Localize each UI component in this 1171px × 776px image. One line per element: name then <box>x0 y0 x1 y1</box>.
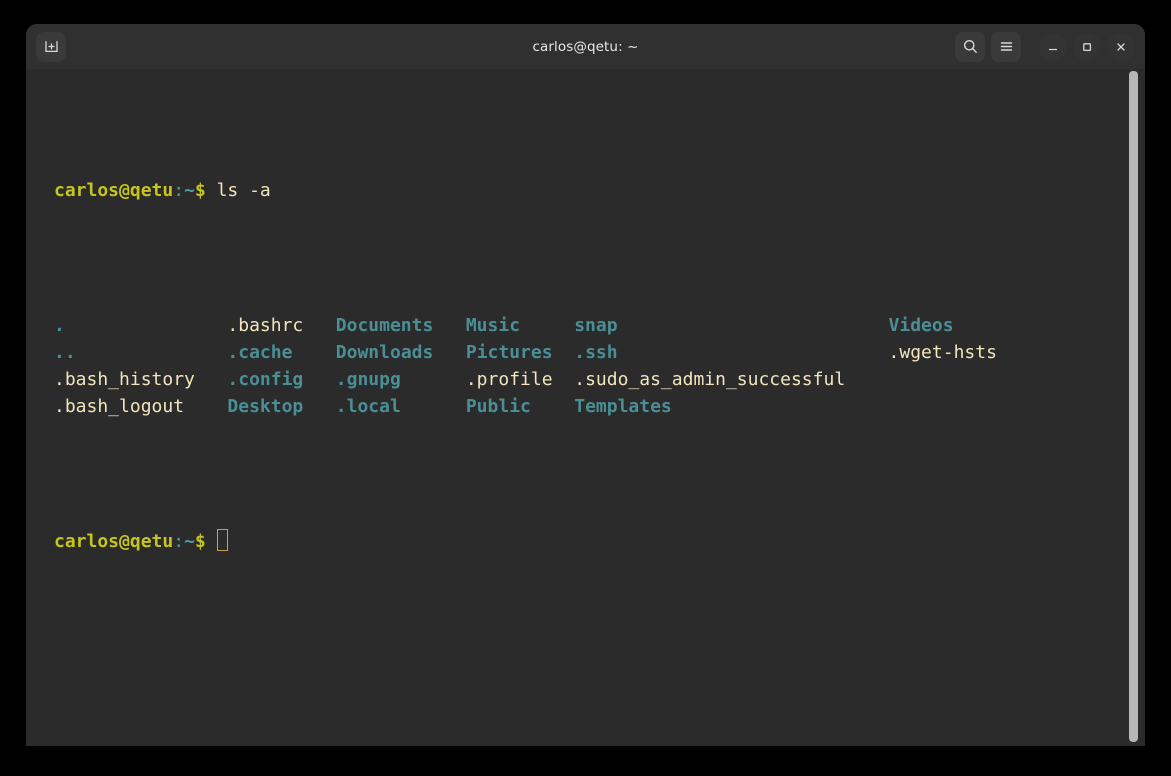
prompt-colon: : <box>173 531 185 552</box>
menu-button[interactable] <box>991 31 1021 62</box>
search-button[interactable] <box>955 31 985 62</box>
new-tab-button[interactable] <box>36 31 66 62</box>
column-spacer <box>292 342 335 363</box>
directory-entry: .ssh <box>574 342 618 363</box>
directory-entry: .local <box>335 396 401 417</box>
close-button[interactable] <box>1107 32 1135 61</box>
column-spacer <box>76 342 228 363</box>
terminal-output-row: .. .cache Downloads Pictures .ssh .wget-… <box>54 339 1145 366</box>
prompt-colon: : <box>173 180 185 201</box>
column-spacer <box>618 342 889 363</box>
hamburger-menu-icon <box>998 38 1015 55</box>
column-spacer <box>303 315 336 336</box>
column-spacer <box>195 369 228 390</box>
titlebar-left-controls <box>36 31 66 62</box>
column-spacer <box>303 396 336 417</box>
prompt-path: ~ <box>184 180 195 201</box>
terminal-body[interactable]: carlos@qetu:~$ ls -a . .bashrc Documents… <box>26 69 1145 746</box>
terminal-command: ls -a <box>205 180 271 201</box>
column-spacer <box>433 342 466 363</box>
ls-output: . .bashrc Documents Music snap Videos.. … <box>54 312 1145 420</box>
directory-entry: Documents <box>335 315 434 336</box>
terminal-output-row: .bash_history .config .gnupg .profile .s… <box>54 366 1145 393</box>
directory-entry: .. <box>54 342 76 363</box>
prompt-dollar: $ <box>194 180 206 201</box>
column-spacer <box>553 369 575 390</box>
directory-entry: Music <box>465 315 521 336</box>
column-spacer <box>401 396 466 417</box>
terminal-output-row: . .bashrc Documents Music snap Videos <box>54 312 1145 339</box>
file-entry: .bash_logout <box>54 396 185 417</box>
column-spacer <box>520 315 574 336</box>
maximize-icon <box>1080 40 1094 54</box>
directory-entry: Templates <box>574 396 672 417</box>
column-spacer <box>65 315 228 336</box>
directory-entry: .config <box>227 369 304 390</box>
directory-entry: .cache <box>227 342 293 363</box>
terminal-plus-icon <box>43 38 60 55</box>
terminal-prompt-line: carlos@qetu:~$ ls -a <box>54 177 1145 204</box>
title-bar[interactable]: carlos@qetu: ~ <box>26 24 1145 69</box>
file-entry: .sudo_as_admin_successful <box>574 369 846 390</box>
close-icon <box>1114 40 1128 54</box>
prompt-user-host: carlos@qetu <box>54 180 174 201</box>
file-entry: .bashrc <box>227 315 304 336</box>
column-spacer <box>531 396 574 417</box>
titlebar-right-controls <box>955 31 1135 62</box>
directory-entry: Desktop <box>227 396 304 417</box>
prompt-user-host: carlos@qetu <box>54 531 174 552</box>
column-spacer <box>433 315 466 336</box>
terminal-scrollbar-thumb[interactable] <box>1129 71 1138 742</box>
search-icon <box>962 38 979 55</box>
terminal-prompt-line-current: carlos@qetu:~$ <box>54 528 1145 555</box>
minimize-icon <box>1046 40 1060 54</box>
file-entry: .profile <box>465 369 553 390</box>
file-entry: .bash_history <box>54 369 195 390</box>
column-spacer <box>618 315 889 336</box>
directory-entry: . <box>54 315 65 336</box>
directory-entry: Pictures <box>465 342 553 363</box>
terminal-scrollbar[interactable] <box>1129 71 1138 742</box>
column-spacer <box>303 369 336 390</box>
file-entry: .wget-hsts <box>888 342 997 363</box>
prompt-path: ~ <box>184 531 195 552</box>
terminal-window: carlos@qetu: ~ carlos@qetu:~$ ls -a . .b… <box>26 24 1145 746</box>
minimize-button[interactable] <box>1039 32 1067 61</box>
directory-entry: Downloads <box>335 342 434 363</box>
column-spacer <box>184 396 227 417</box>
directory-entry: Videos <box>888 315 954 336</box>
directory-entry: snap <box>574 315 618 336</box>
column-spacer <box>553 342 575 363</box>
terminal-output-row: .bash_logout Desktop .local Public Templ… <box>54 393 1145 420</box>
directory-entry: Public <box>465 396 531 417</box>
prompt-dollar: $ <box>194 531 206 552</box>
terminal-screen[interactable]: carlos@qetu:~$ ls -a . .bashrc Documents… <box>54 69 1145 746</box>
text-cursor <box>216 529 228 551</box>
maximize-button[interactable] <box>1073 32 1101 61</box>
column-spacer <box>401 369 466 390</box>
directory-entry: .gnupg <box>335 369 401 390</box>
